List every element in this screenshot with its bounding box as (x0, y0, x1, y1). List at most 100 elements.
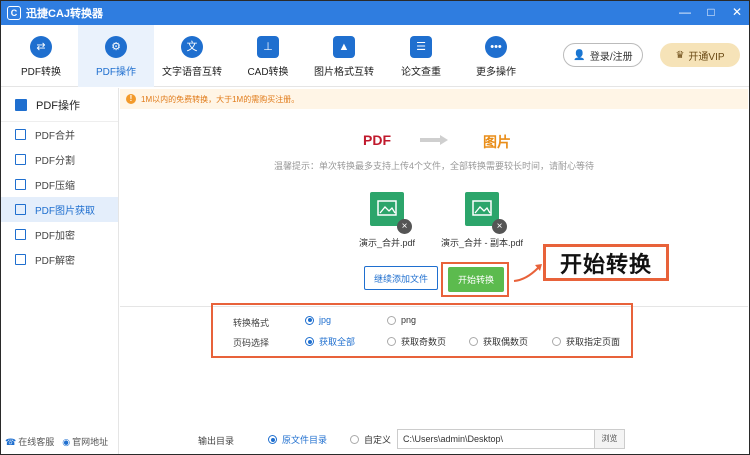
grid-icon (15, 98, 27, 111)
sidebar-item-label: PDF解密 (35, 256, 75, 267)
format-png-label: png (401, 315, 417, 325)
format-jpg-radio[interactable]: jpg (305, 315, 331, 325)
vip-button[interactable]: ♛ 开通VIP (660, 43, 740, 67)
image-extract-icon (15, 204, 26, 215)
tool-label: PDF操作 (96, 67, 136, 78)
output-custom-radio[interactable]: 自定义 (350, 433, 391, 446)
sidebar-item-label: PDF加密 (35, 231, 75, 242)
online-service-link[interactable]: ☎ 在线客服 (5, 435, 54, 448)
page-odd-label: 获取奇数页 (401, 337, 447, 347)
tool-plagiarism-check[interactable]: ☰ 论文查重 (383, 25, 459, 87)
format-png-radio[interactable]: png (387, 315, 416, 325)
speech-icon: 文 (181, 36, 203, 58)
sidebar-item-pdf-decrypt[interactable]: PDF解密 (1, 247, 118, 272)
sidebar-item-label: PDF图片获取 (35, 206, 95, 217)
sidebar-item-label: PDF压缩 (35, 181, 75, 192)
tip-text: 温馨提示：单次转换最多支持上传4个文件，全部转换需要较长时间，请耐心等待 (273, 161, 594, 171)
page-custom-label: 获取指定页面 (566, 337, 621, 347)
output-path-field[interactable]: C:\Users\admin\Desktop\ (397, 429, 595, 449)
sidebar: PDF操作 PDF合并 PDF分割 PDF压缩 PDF图片获取 PDF加密 PD… (1, 88, 119, 454)
file-item[interactable]: × 演示_合并.pdf (342, 192, 432, 249)
file-name: 演示_合并 - 副本.pdf (440, 238, 523, 248)
website-label: 官网地址 (72, 437, 109, 447)
tool-cad-convert[interactable]: ⊥ CAD转换 (230, 25, 306, 87)
start-convert-button[interactable]: 开始转换 (448, 267, 504, 292)
sidebar-item-pdf-image-extract[interactable]: PDF图片获取 (1, 197, 118, 222)
unlock-icon (15, 254, 26, 265)
notice-banner: ! 1M以内的免费转换，大于1M的需购买注册。 (120, 89, 748, 109)
app-title: 迅捷CAJ转换器 (26, 8, 104, 20)
output-source-dir-label: 原文件目录 (282, 435, 328, 445)
maximize-button[interactable]: □ (703, 4, 719, 20)
swap-icon: ⇄ (30, 36, 52, 58)
pdf-file-icon: × (370, 192, 412, 234)
page-all-label: 获取全部 (319, 337, 356, 347)
tool-more[interactable]: ••• 更多操作 (458, 25, 534, 87)
tool-text-speech[interactable]: 文 文字语音互转 (154, 25, 230, 87)
tool-label: 图片格式互转 (314, 67, 374, 78)
compress-icon (15, 179, 26, 190)
image-icon: ▲ (333, 36, 355, 58)
output-custom-label: 自定义 (364, 435, 392, 445)
login-button[interactable]: 👤 登录/注册 (563, 43, 643, 67)
close-button[interactable]: ✕ (729, 4, 745, 20)
add-files-button[interactable]: 继续添加文件 (364, 266, 438, 290)
page-even-label: 获取偶数页 (483, 337, 529, 347)
tool-pdf-convert[interactable]: ⇄ PDF转换 (3, 25, 79, 87)
remove-file-icon[interactable]: × (397, 219, 412, 234)
start-highlight-box: 开始转换 (441, 262, 509, 297)
sidebar-item-pdf-merge[interactable]: PDF合并 (1, 122, 118, 147)
online-service-label: 在线客服 (18, 437, 55, 447)
tool-label: 更多操作 (476, 67, 516, 78)
warning-icon: ! (126, 94, 136, 104)
page-custom-radio[interactable]: 获取指定页面 (552, 335, 620, 348)
page-even-radio[interactable]: 获取偶数页 (469, 335, 528, 348)
sidebar-header-label: PDF操作 (36, 99, 80, 112)
callout-label: 开始转换 (543, 244, 669, 281)
pdf-file-icon: × (465, 192, 507, 234)
browse-button[interactable]: 浏览 (595, 429, 625, 449)
notice-text: 1M以内的免费转换，大于1M的需购买注册。 (141, 94, 300, 104)
tool-label: CAD转换 (247, 67, 289, 78)
arrow-right-icon (420, 135, 448, 145)
merge-icon (15, 129, 26, 140)
output-source-dir-radio[interactable]: 原文件目录 (268, 433, 327, 446)
check-doc-icon: ☰ (410, 36, 432, 58)
page-odd-radio[interactable]: 获取奇数页 (387, 335, 446, 348)
options-highlight-box: 转换格式 jpg png 页码选择 获取全部 获取奇数页 获取偶数页 获取指定页… (211, 303, 633, 358)
main-toolbar: ⇄ PDF转换 ⚙ PDF操作 文 文字语音互转 ⊥ CAD转换 ▲ 图片格式互… (1, 25, 749, 87)
headset-icon: ☎ (5, 437, 17, 447)
tool-label: PDF转换 (21, 67, 61, 78)
sidebar-item-label: PDF分割 (35, 156, 75, 167)
sidebar-item-label: PDF合并 (35, 131, 75, 142)
vip-label: 开通VIP (688, 51, 725, 63)
file-item[interactable]: × 演示_合并 - 副本.pdf (437, 192, 527, 249)
tool-label: 论文查重 (401, 67, 441, 78)
tool-pdf-operations[interactable]: ⚙ PDF操作 (78, 25, 154, 87)
format-jpg-label: jpg (319, 315, 332, 325)
website-link[interactable]: ◉ 官网地址 (62, 435, 108, 448)
sidebar-item-pdf-split[interactable]: PDF分割 (1, 147, 118, 172)
split-icon (15, 154, 26, 165)
page-selection-label: 页码选择 (233, 338, 270, 348)
callout-arrow-icon (513, 264, 542, 282)
minimize-button[interactable]: — (677, 4, 693, 20)
source-format: PDF (363, 132, 391, 148)
target-format: 图片 (483, 134, 511, 150)
lock-icon (15, 229, 26, 240)
sidebar-item-pdf-compress[interactable]: PDF压缩 (1, 172, 118, 197)
gear-icon: ⚙ (105, 36, 127, 58)
sidebar-item-pdf-encrypt[interactable]: PDF加密 (1, 222, 118, 247)
globe-icon: ◉ (62, 437, 71, 447)
sidebar-header: PDF操作 (1, 88, 118, 122)
user-icon: 👤 (573, 49, 586, 61)
tool-image-format[interactable]: ▲ 图片格式互转 (306, 25, 382, 87)
file-name: 演示_合并.pdf (358, 238, 416, 248)
tool-label: 文字语音互转 (162, 67, 222, 78)
output-dir-label: 输出目录 (198, 436, 235, 446)
page-all-radio[interactable]: 获取全部 (305, 335, 355, 348)
remove-file-icon[interactable]: × (492, 219, 507, 234)
format-label: 转换格式 (233, 318, 270, 328)
more-icon: ••• (485, 36, 507, 58)
login-label: 登录/注册 (589, 51, 633, 63)
